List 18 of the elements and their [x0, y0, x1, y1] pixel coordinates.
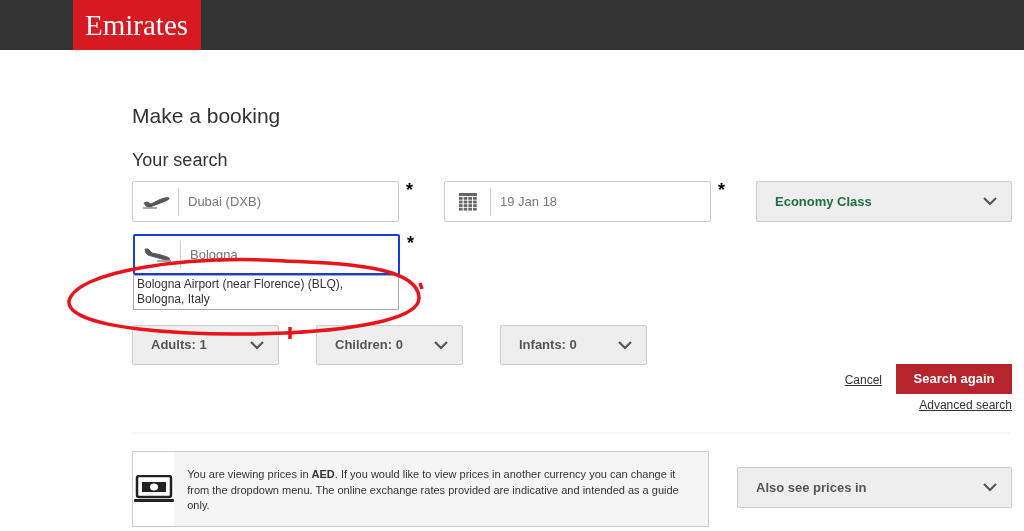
logo[interactable]: Emirates [73, 0, 201, 50]
required-mark: * [717, 181, 726, 199]
cabin-class-select[interactable]: Economy Class [756, 181, 1012, 222]
advanced-search-link[interactable]: Advanced search [919, 396, 1012, 414]
origin-field[interactable]: Dubai (DXB) [132, 181, 399, 222]
currency-info-text: You are viewing prices in AED. If you would like to view prices in another currency you can change it from the dropdown menu. The online exchange rates provided are indicative and intended as a guide only. [186, 467, 680, 513]
date-field[interactable]: 19 Jan 18 [444, 181, 711, 222]
required-mark: * [405, 181, 414, 199]
currency-select[interactable]: Also see prices in [737, 467, 1012, 508]
page-title: Make a booking [132, 104, 282, 128]
autocomplete-suggestion[interactable]: Bologna Airport (near Florence) (BLQ), Bologna, Italy [133, 275, 399, 310]
cancel-link[interactable]: Cancel [844, 371, 882, 414]
passenger-select[interactable]: Infants: 0 [500, 325, 647, 365]
search-again-button[interactable]: Search again [896, 364, 1012, 394]
section-title: Your search [132, 149, 229, 171]
required-mark: * [406, 234, 415, 252]
passenger-select[interactable]: Adults: 1 [132, 325, 279, 365]
passenger-select[interactable]: Children: 0 [316, 325, 463, 365]
